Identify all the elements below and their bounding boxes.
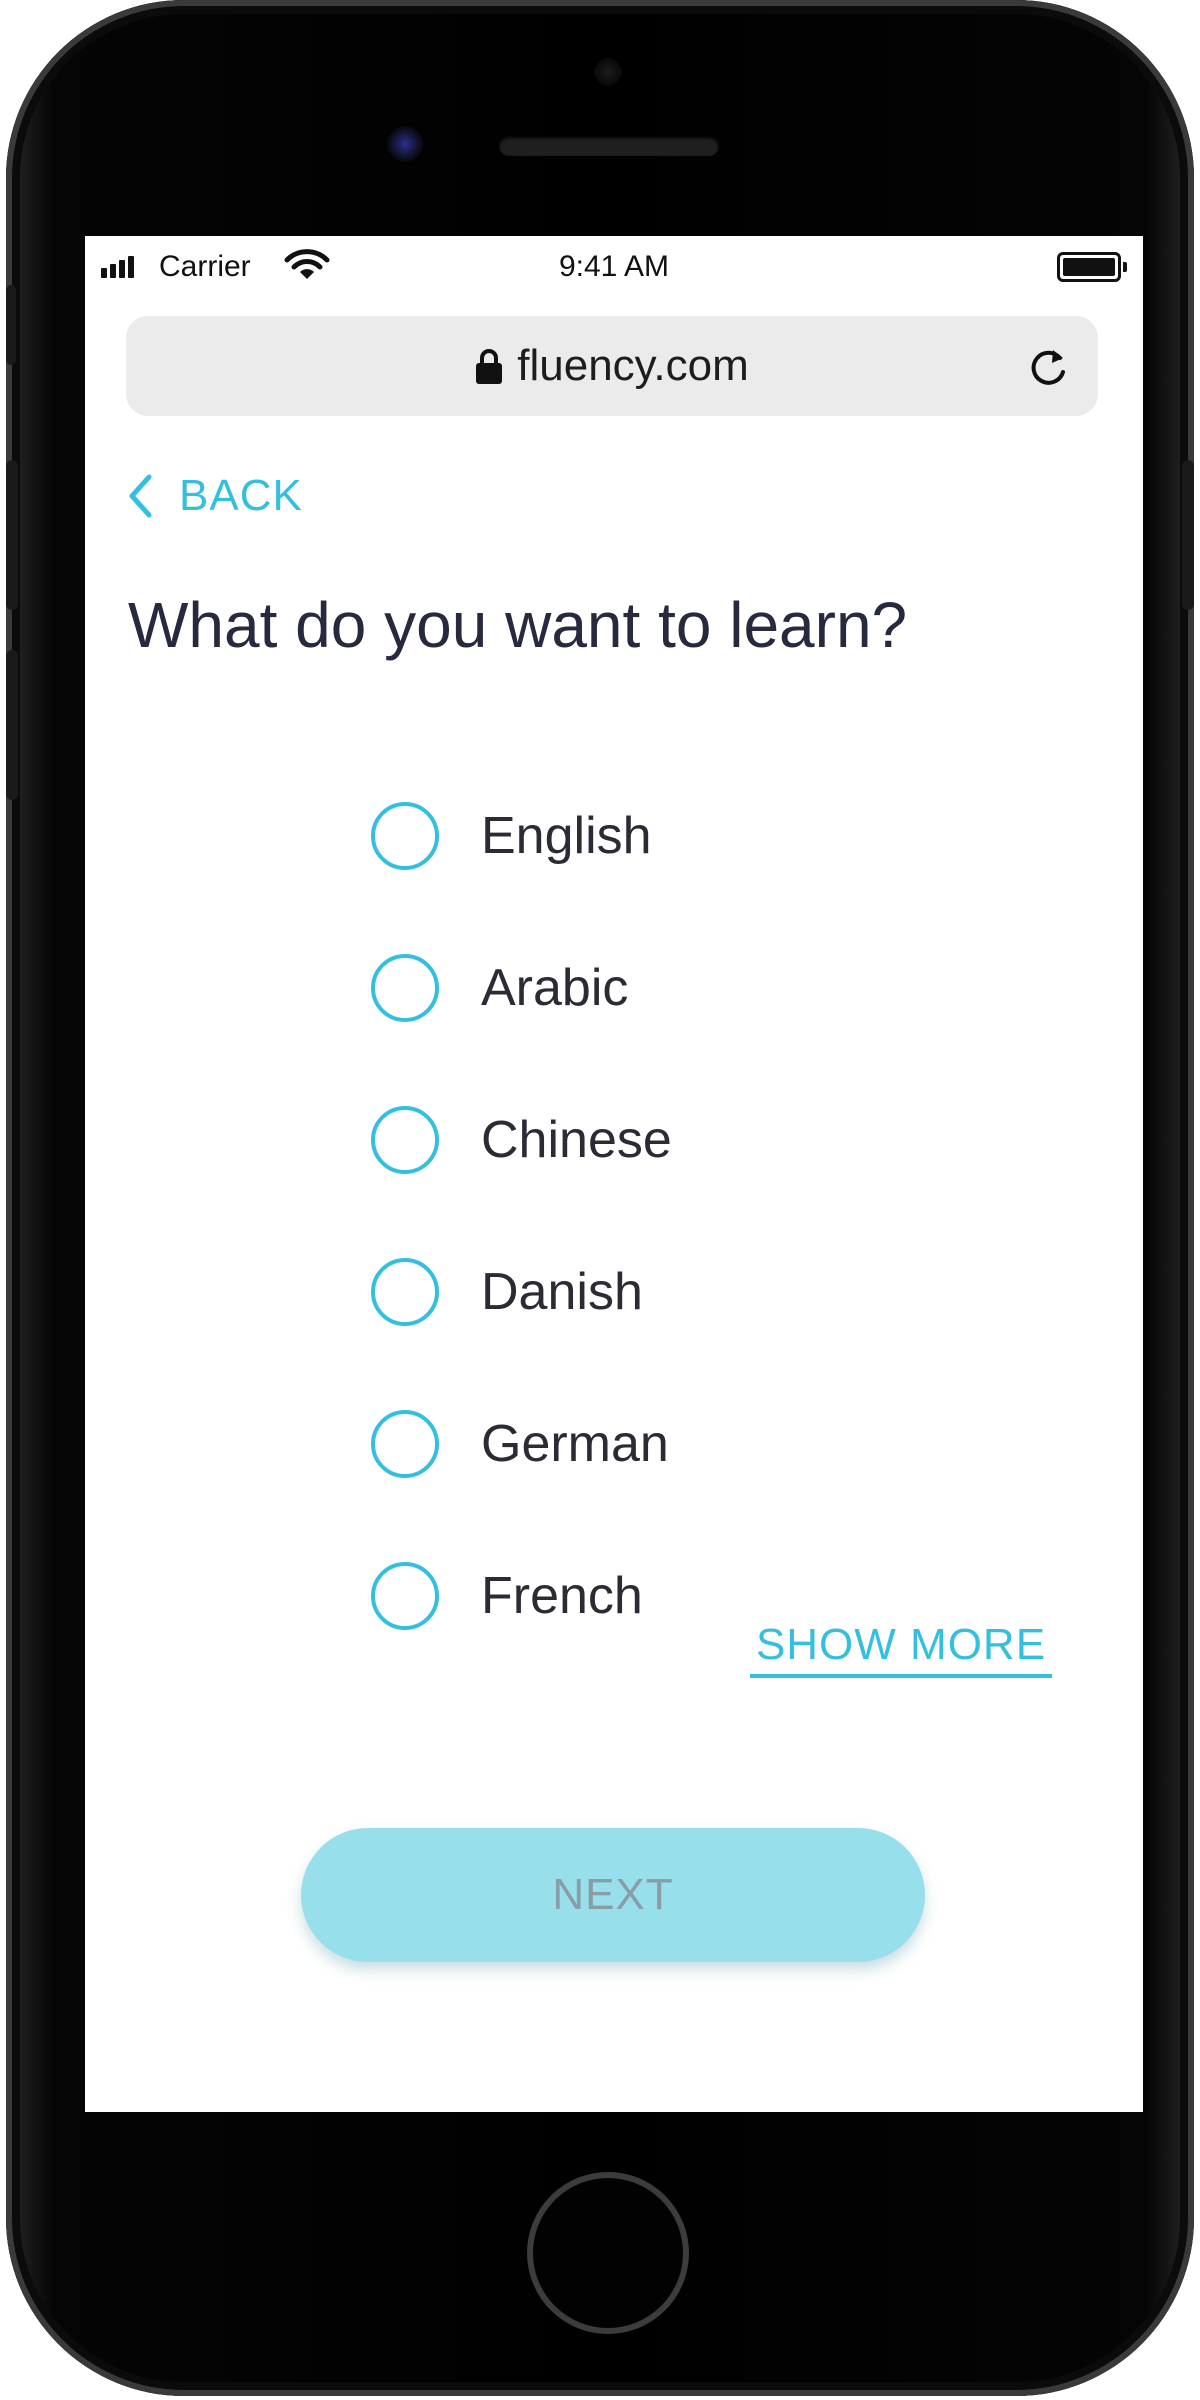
power-button: [1182, 460, 1194, 610]
back-button[interactable]: BACK: [127, 466, 303, 526]
battery-icon: [1057, 252, 1127, 282]
radio-button[interactable]: [371, 954, 439, 1022]
radio-button[interactable]: [371, 802, 439, 870]
status-time: 9:41 AM: [558, 250, 670, 283]
next-label: NEXT: [552, 1870, 674, 1919]
proximity-sensor: [594, 58, 622, 86]
home-button[interactable]: [527, 2172, 689, 2334]
volume-down-button: [6, 650, 18, 800]
show-more-link[interactable]: SHOW MORE: [750, 1620, 1052, 1678]
option-label: English: [481, 807, 652, 865]
lock-icon: [476, 349, 503, 384]
option-label: Arabic: [481, 959, 629, 1017]
radio-button[interactable]: [371, 1410, 439, 1478]
option-label: Danish: [481, 1263, 643, 1321]
option-label: Chinese: [481, 1111, 672, 1169]
page-title: What do you want to learn?: [128, 589, 908, 661]
status-bar: Carrier 9:41 AM: [85, 236, 1143, 294]
option-danish[interactable]: Danish: [371, 1216, 971, 1368]
back-label: BACK: [179, 471, 303, 520]
url-text: fluency.com: [517, 341, 749, 390]
phone-frame: Carrier 9:41 AM fluency.com BACK What do…: [6, 0, 1194, 2396]
chevron-left-icon: [129, 474, 152, 518]
front-camera: [387, 126, 423, 162]
radio-button[interactable]: [371, 1562, 439, 1630]
volume-up-button: [6, 460, 18, 610]
option-english[interactable]: English: [371, 760, 971, 912]
language-options: English Arabic Chinese Danish German Fre…: [371, 760, 971, 1672]
option-german[interactable]: German: [371, 1368, 971, 1520]
reload-icon[interactable]: [1026, 346, 1070, 390]
mute-switch: [6, 285, 16, 365]
next-button[interactable]: NEXT: [301, 1828, 925, 1962]
option-label: French: [481, 1567, 643, 1625]
radio-button[interactable]: [371, 1258, 439, 1326]
option-label: German: [481, 1415, 669, 1473]
option-arabic[interactable]: Arabic: [371, 912, 971, 1064]
earpiece-speaker: [499, 136, 719, 156]
option-chinese[interactable]: Chinese: [371, 1064, 971, 1216]
phone-screen: Carrier 9:41 AM fluency.com BACK What do…: [85, 236, 1143, 2112]
radio-button[interactable]: [371, 1106, 439, 1174]
address-bar[interactable]: fluency.com: [126, 316, 1098, 416]
